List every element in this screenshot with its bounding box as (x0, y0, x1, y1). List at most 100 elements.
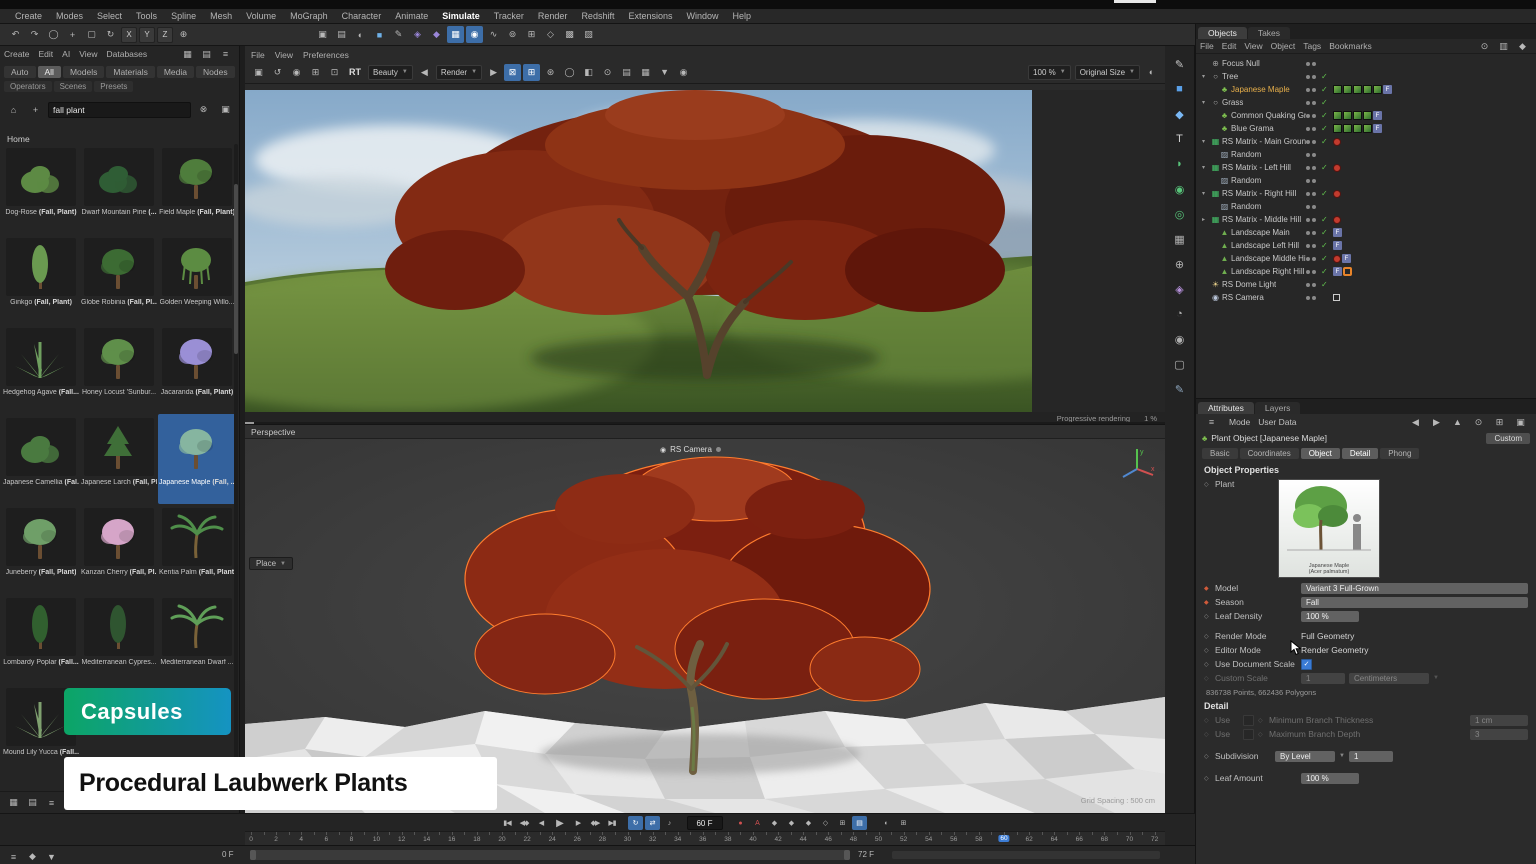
attr-tab-phong[interactable]: Phong (1380, 448, 1419, 459)
loop-mode-button[interactable]: ↻ (628, 816, 643, 830)
timeline-frame-46[interactable]: 46 (825, 836, 832, 843)
timeline-frame-16[interactable]: 16 (448, 836, 455, 843)
timeline-frame-70[interactable]: 70 (1126, 836, 1133, 843)
enabled-check-icon[interactable]: ✓ (1321, 241, 1333, 250)
sound-toggle-button[interactable]: ♪ (662, 816, 677, 830)
expand-arrow-icon[interactable]: ▾ (1202, 164, 1210, 171)
asset-tab-models[interactable]: Models (63, 66, 104, 78)
visibility-dots[interactable] (1306, 244, 1321, 248)
asset-item-mediterranean-dwarf[interactable]: Mediterranean Dwarf ... (158, 594, 236, 684)
menu-create[interactable]: Create (8, 9, 49, 24)
render-settings-icon[interactable]: ◐ (352, 26, 369, 43)
record-position-button[interactable]: ◆ (767, 816, 782, 830)
asset-capsule-icon[interactable]: ◉ (1169, 179, 1191, 199)
custom-button[interactable]: Custom (1486, 433, 1530, 444)
visibility-dots[interactable] (1306, 75, 1321, 79)
clear-search-icon[interactable]: ⊗ (195, 101, 212, 118)
filter-icon[interactable]: ▥ (1495, 38, 1512, 55)
field-tag-icon[interactable]: F (1333, 228, 1342, 237)
menu-render[interactable]: Render (531, 9, 575, 24)
timeline-frame-40[interactable]: 40 (749, 836, 756, 843)
use-document-scale-checkbox[interactable]: ✓ (1301, 659, 1312, 670)
ping-pong-button[interactable]: ⇄ (645, 816, 660, 830)
material-tag-icon[interactable] (1333, 124, 1342, 133)
go-to-start-button[interactable]: ▮◀ (500, 816, 515, 830)
keyframe-dot-icon[interactable]: ◆ (1204, 599, 1211, 606)
expand-arrow-icon[interactable]: ▸ (1202, 216, 1210, 223)
menu-select[interactable]: Select (90, 9, 129, 24)
tracker-icon[interactable]: ⊕ (1169, 254, 1191, 274)
visibility-dots[interactable] (1306, 101, 1321, 105)
asset-tab-nodes[interactable]: Nodes (196, 66, 235, 78)
object-row-tree[interactable]: ▾○Tree✓ (1196, 70, 1536, 83)
pen-tool-icon[interactable]: ✎ (1169, 54, 1191, 74)
max-branch-use-checkbox[interactable] (1243, 729, 1254, 740)
save-dropdown-icon[interactable]: ▼ (656, 64, 673, 81)
object-row-rs-matrix-main-ground[interactable]: ▾▦RS Matrix - Main Ground✓ (1196, 135, 1536, 148)
asset-collection-operators[interactable]: Operators (4, 81, 52, 92)
timeline-frame-60[interactable]: 60 (998, 835, 1009, 842)
asset-item-jacaranda[interactable]: Jacaranda (Fall, Plant) (158, 324, 236, 414)
asset-item-globe-robinia[interactable]: Globe Robinia (Fall, Pl... (80, 234, 158, 324)
cube-tool-icon[interactable]: ■ (1169, 79, 1191, 99)
timeline-mode-icon[interactable]: ≡ (5, 848, 22, 864)
timeline-frame-10[interactable]: 10 (373, 836, 380, 843)
record-pla-button[interactable]: ⊞ (835, 816, 850, 830)
material-tag-icon[interactable] (1343, 111, 1352, 120)
render-mode-dropdown[interactable]: Full Geometry (1301, 631, 1354, 641)
timeline-frame-30[interactable]: 30 (624, 836, 631, 843)
material-tag-icon[interactable] (1353, 85, 1362, 94)
range-handle-left[interactable] (250, 850, 256, 860)
region-render-icon[interactable]: ◯ (561, 64, 578, 81)
timeline-frame-24[interactable]: 24 (549, 836, 556, 843)
asset-item-ginkgo[interactable]: Ginkgo (Fall, Plant) (2, 234, 80, 324)
asset-menu-create[interactable]: Create (4, 49, 30, 59)
visibility-dots[interactable] (1306, 153, 1321, 157)
anim-dot-icon[interactable]: ◇ (1204, 633, 1211, 640)
search-icon[interactable]: ⊙ (1470, 414, 1487, 431)
menu-modes[interactable]: Modes (49, 9, 90, 24)
object-row-grass[interactable]: ▾○Grass✓ (1196, 96, 1536, 109)
snapshot-icon[interactable]: ⊙ (599, 64, 616, 81)
keyframe-dot-icon[interactable]: ◆ (1204, 585, 1211, 592)
prev-render-button[interactable]: ◀ (416, 64, 433, 81)
asset-item-juneberry[interactable]: Juneberry (Fall, Plant) (2, 504, 80, 594)
active-window-tab[interactable] (1114, 0, 1156, 3)
asset-collection-scenes[interactable]: Scenes (54, 81, 93, 92)
timeline-frame-12[interactable]: 12 (398, 836, 405, 843)
crop-icon[interactable]: ⊡ (326, 64, 343, 81)
menu-help[interactable]: Help (726, 9, 759, 24)
back-icon[interactable]: ◀ (1407, 414, 1424, 431)
field-tag-icon[interactable]: F (1333, 241, 1342, 250)
asset-menu-databases[interactable]: Databases (106, 49, 147, 59)
object-menu-view[interactable]: View (1244, 41, 1262, 51)
go-to-end-button[interactable]: ▶▮ (605, 816, 620, 830)
timeline-frame-38[interactable]: 38 (724, 836, 731, 843)
asset-item-golden-weeping-willo[interactable]: Golden Weeping Willo... (158, 234, 236, 324)
panel-menu-icon[interactable]: ≡ (1203, 414, 1220, 431)
material-tag-icon[interactable] (1363, 124, 1372, 133)
redshift-tag-icon[interactable] (1333, 255, 1341, 263)
panel-menu-icon[interactable]: ≡ (217, 46, 234, 63)
display-icon[interactable]: ▢ (1169, 354, 1191, 374)
object-row-landscape-right-hill[interactable]: ▲Landscape Right Hill✓F (1196, 265, 1536, 278)
timeline-frame-64[interactable]: 64 (1051, 836, 1058, 843)
menu-redshift[interactable]: Redshift (574, 9, 621, 24)
axis-x-toggle[interactable]: X (121, 27, 137, 43)
footer-list-view-icon[interactable]: ▤ (24, 794, 41, 811)
timeline-frame-50[interactable]: 50 (875, 836, 882, 843)
render-menu-preferences[interactable]: Preferences (303, 50, 349, 60)
visibility-dots[interactable] (1306, 192, 1321, 196)
menu-animate[interactable]: Animate (388, 9, 435, 24)
timeline-frame-6[interactable]: 6 (324, 836, 328, 843)
coordinate-system-icon[interactable]: ⊕ (175, 26, 192, 43)
visibility-dots[interactable] (1306, 205, 1321, 209)
subdivision-surface-icon[interactable]: ◈ (409, 26, 426, 43)
timeline-frame-48[interactable]: 48 (850, 836, 857, 843)
extrude-icon[interactable]: ◆ (428, 26, 445, 43)
material-tag-icon[interactable] (1343, 124, 1352, 133)
render-picture-viewer-icon[interactable]: ▤ (333, 26, 350, 43)
object-row-japanese-maple[interactable]: ♣Japanese Maple✓F (1196, 83, 1536, 96)
leaf-amount-field[interactable]: 100 % (1301, 773, 1359, 784)
render-menu-file[interactable]: File (251, 50, 265, 60)
